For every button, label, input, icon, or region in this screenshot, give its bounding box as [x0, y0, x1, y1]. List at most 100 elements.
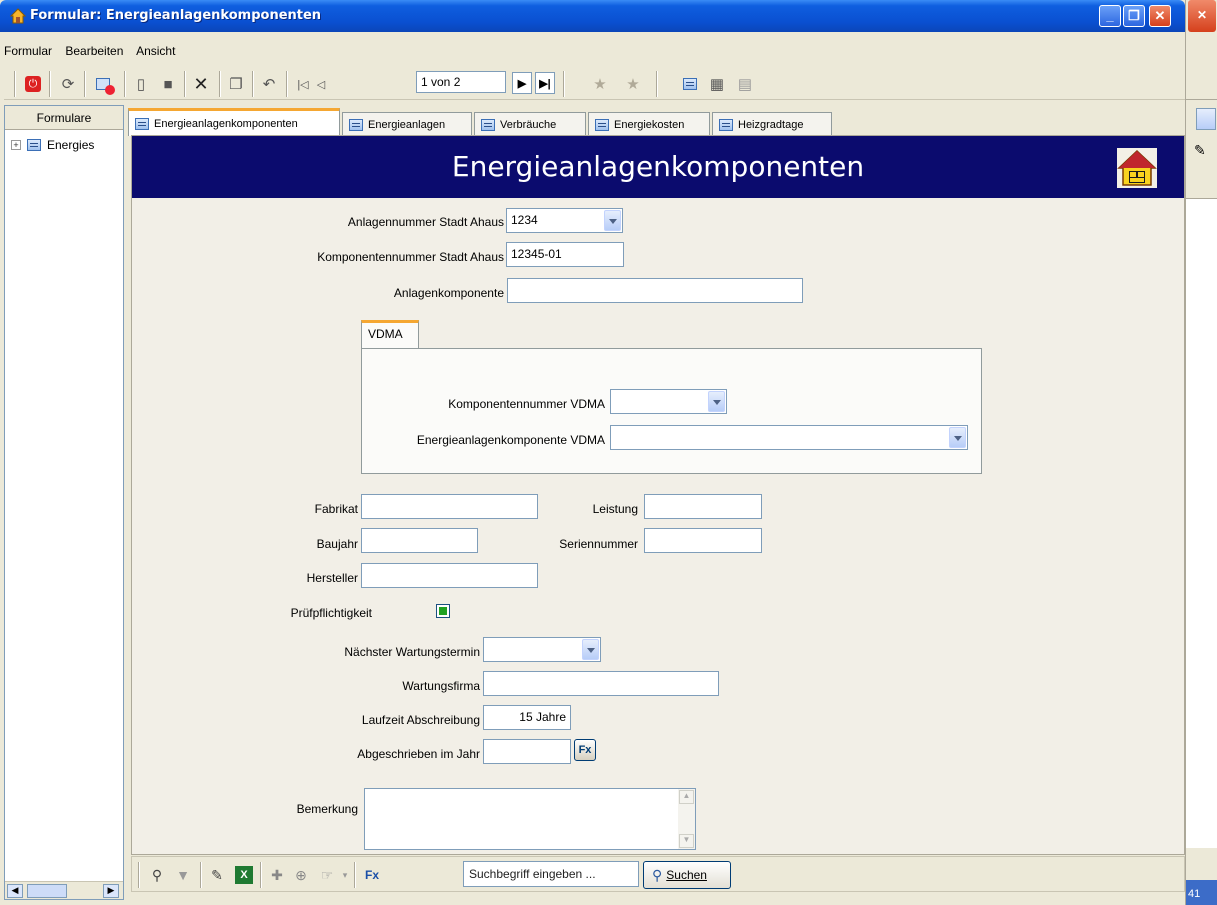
wartungsfirma-input[interactable] [483, 671, 719, 696]
magnifier-icon: ⚲ [652, 866, 663, 883]
background-link-icon: ✎ [1194, 142, 1206, 158]
expand-icon[interactable]: + [11, 140, 21, 150]
fabrikat-label: Fabrikat [314, 502, 358, 516]
fx-calc-button[interactable]: Fx [574, 739, 596, 761]
sidebar-tree-item[interactable]: + Energies [11, 138, 94, 152]
home-app-icon [10, 8, 26, 24]
baujahr-label: Baujahr [316, 537, 358, 551]
chevron-down-icon[interactable] [582, 639, 599, 660]
search-button[interactable]: ⚲ Suchen [643, 861, 731, 889]
edit-icon[interactable]: ✎ [208, 866, 226, 884]
record-indicator[interactable]: 1 von 2 [416, 71, 506, 93]
linked-form-icon [349, 118, 363, 131]
window-title-bar[interactable]: Formular: Energieanlagenkomponenten _ ❐ … [0, 0, 1185, 32]
komponentennummer-vdma-select[interactable] [610, 389, 727, 414]
form-view-icon[interactable] [679, 73, 701, 95]
close-button[interactable]: ✕ [1149, 5, 1171, 27]
filter-icon[interactable]: ▼ [174, 866, 192, 884]
refresh-icon[interactable]: ⟳ [57, 73, 79, 95]
favorite-icon[interactable]: ★ [622, 73, 644, 95]
background-app-strip: ✕ ✎ 41 [1185, 0, 1217, 905]
baujahr-input[interactable] [361, 528, 478, 553]
tab-vdma[interactable]: VDMA [361, 320, 419, 349]
textarea-scrollbar[interactable]: ▲ ▼ [678, 789, 695, 849]
delete-record-icon[interactable]: ✕ [190, 73, 212, 95]
pointer-icon[interactable]: ☞ [318, 866, 336, 884]
chevron-down-icon[interactable] [949, 427, 966, 448]
chevron-down-icon[interactable] [604, 210, 621, 231]
main-toolbar: ⏻ ⟳ ▯ ■ ✕ ❐ ↶ |◁ ◁ 1 von 2 ▶ ▶| ★ ★ ▦ ▤ [4, 66, 1185, 100]
komponentennummer-vdma-label: Komponentennummer VDMA [448, 397, 605, 411]
house-icon[interactable] [1117, 148, 1157, 188]
fx-icon[interactable]: Fx [360, 866, 384, 884]
previous-record-icon[interactable]: ◁ [310, 73, 332, 95]
scroll-up-icon[interactable]: ▲ [679, 790, 694, 804]
bemerkung-textarea[interactable]: ▲ ▼ [364, 788, 696, 850]
search-input[interactable]: Suchbegriff eingeben ... [463, 861, 639, 887]
minimize-button[interactable]: _ [1099, 5, 1121, 27]
wartungstermin-label: Nächster Wartungstermin [344, 645, 480, 659]
menu-bearbeiten[interactable]: Bearbeiten [65, 44, 123, 58]
form-area: Energieanlagenkomponenten Anlagennummer … [131, 135, 1185, 855]
wartungsfirma-label: Wartungsfirma [402, 679, 480, 693]
search-icon[interactable]: ⚲ [148, 866, 166, 884]
vdma-panel: Komponentennummer VDMA Energieanlagenkom… [361, 348, 982, 474]
hersteller-input[interactable] [361, 563, 538, 588]
seriennummer-input[interactable] [644, 528, 762, 553]
new-record-icon[interactable]: ▯ [130, 73, 152, 95]
tab-verbraeuche[interactable]: Verbräuche [474, 112, 586, 136]
sidebar-header[interactable]: Formulare [5, 106, 123, 130]
hersteller-label: Hersteller [306, 571, 358, 585]
wartungstermin-select[interactable] [483, 637, 601, 662]
energieanlagenkomponente-vdma-select[interactable] [610, 425, 968, 450]
form-title: Energieanlagenkomponenten [451, 150, 865, 183]
dropdown-arrow-icon[interactable]: ▾ [336, 866, 354, 884]
scroll-right-icon[interactable]: ▶ [103, 884, 119, 898]
save-record-icon[interactable]: ■ [157, 73, 179, 95]
komponentennummer-input[interactable]: 12345-01 [506, 242, 624, 267]
tab-energiekosten[interactable]: Energiekosten [588, 112, 710, 136]
window-title: Formular: Energieanlagenkomponenten [30, 8, 322, 23]
laufzeit-input[interactable]: 15 Jahre [483, 705, 571, 730]
copy-icon[interactable]: ❐ [225, 73, 247, 95]
close-form-icon[interactable] [92, 73, 115, 95]
power-icon[interactable]: ⏻ [22, 73, 44, 95]
background-dropdown-icon[interactable] [1196, 108, 1216, 130]
anlagennummer-select[interactable]: 1234 [506, 208, 623, 233]
bemerkung-label: Bemerkung [296, 802, 358, 816]
chevron-down-icon[interactable] [708, 391, 725, 412]
anlagennummer-label: Anlagennummer Stadt Ahaus [347, 215, 504, 229]
linked-form-icon [595, 118, 609, 131]
forms-sidebar: Formulare + Energies ◀ ▶ [4, 105, 124, 900]
background-close-icon[interactable]: ✕ [1188, 0, 1216, 32]
sidebar-horizontal-scrollbar[interactable]: ◀ ▶ [5, 881, 123, 899]
last-record-icon[interactable]: ▶| [535, 72, 555, 94]
leistung-input[interactable] [644, 494, 762, 519]
linked-form-icon [719, 118, 733, 131]
menu-formular[interactable]: Formular [4, 44, 52, 58]
add-icon[interactable]: ✚ [268, 866, 286, 884]
bottom-toolbar: ⚲ ▼ ✎ X ✚ ⊕ ☞ ▾ Fx Suchbegriff eingeben … [131, 856, 1185, 892]
scroll-down-icon[interactable]: ▼ [679, 834, 694, 848]
form-header: Energieanlagenkomponenten [132, 136, 1184, 198]
laufzeit-label: Laufzeit Abschreibung [361, 713, 480, 727]
excel-export-icon[interactable]: X [235, 866, 253, 884]
bookmark-icon[interactable]: ★ [589, 73, 611, 95]
pruefpflichtigkeit-checkbox[interactable] [436, 604, 450, 618]
fabrikat-input[interactable] [361, 494, 538, 519]
report-view-icon[interactable]: ▤ [734, 73, 756, 95]
scroll-left-icon[interactable]: ◀ [7, 884, 23, 898]
abgeschrieben-input[interactable] [483, 739, 571, 764]
tab-energieanlagenkomponenten[interactable]: Energieanlagenkomponenten [128, 108, 340, 136]
datasheet-view-icon[interactable]: ▦ [706, 73, 728, 95]
restore-button[interactable]: ❐ [1123, 5, 1145, 27]
undo-icon[interactable]: ↶ [258, 73, 280, 95]
menu-ansicht[interactable]: Ansicht [136, 44, 175, 58]
tab-heizgradtage[interactable]: Heizgradtage [712, 112, 832, 136]
anlagenkomponente-label: Anlagenkomponente [393, 286, 504, 300]
anlagenkomponente-input[interactable] [507, 278, 803, 303]
next-record-icon[interactable]: ▶ [512, 72, 532, 94]
scroll-thumb[interactable] [27, 884, 67, 898]
zoom-icon[interactable]: ⊕ [292, 866, 310, 884]
tab-energieanlagen[interactable]: Energieanlagen [342, 112, 472, 136]
